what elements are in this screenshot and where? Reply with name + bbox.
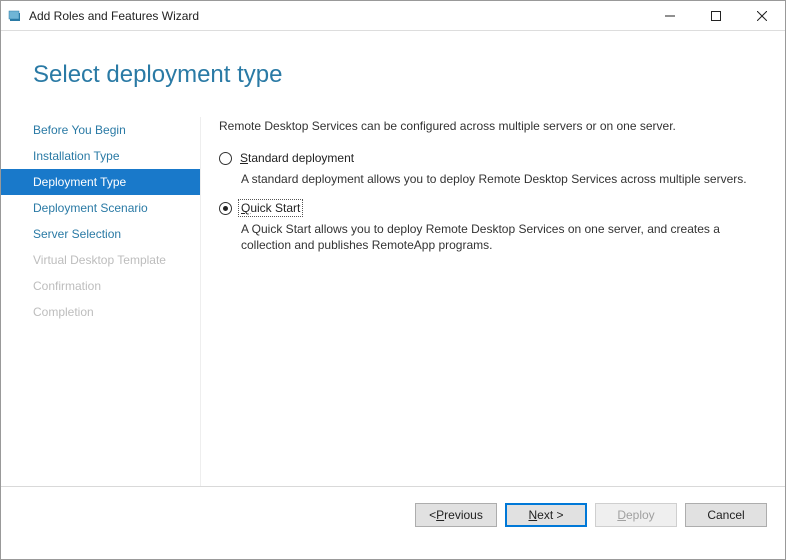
option-desc-quickstart: A Quick Start allows you to deploy Remot… <box>241 221 755 253</box>
footer: < Previous Next > Deploy Cancel <box>1 487 785 543</box>
sidebar-item-deployment-scenario[interactable]: Deployment Scenario <box>1 195 200 221</box>
titlebar: Add Roles and Features Wizard <box>1 1 785 31</box>
sidebar-item-virtual-desktop-template: Virtual Desktop Template <box>1 247 200 273</box>
page-title: Select deployment type <box>33 61 785 89</box>
option-standard: Standard deployment A standard deployment… <box>219 151 755 187</box>
option-quickstart: Quick Start A Quick Start allows you to d… <box>219 201 755 253</box>
options-group: Standard deployment A standard deployment… <box>219 151 755 254</box>
server-manager-icon <box>7 8 23 24</box>
body: Before You BeginInstallation TypeDeploym… <box>1 117 785 487</box>
previous-button[interactable]: < Previous <box>415 503 497 527</box>
radio-option-standard[interactable]: Standard deployment <box>219 151 755 165</box>
sidebar-item-deployment-type[interactable]: Deployment Type <box>1 169 200 195</box>
option-label-standard[interactable]: Standard deployment <box>240 151 354 165</box>
content: Remote Desktop Services can be configure… <box>201 117 785 486</box>
sidebar-item-installation-type[interactable]: Installation Type <box>1 143 200 169</box>
sidebar-item-completion: Completion <box>1 299 200 325</box>
window-title: Add Roles and Features Wizard <box>29 9 647 23</box>
sidebar: Before You BeginInstallation TypeDeploym… <box>1 117 201 486</box>
close-button[interactable] <box>739 1 785 31</box>
header: Select deployment type <box>1 31 785 117</box>
radio-option-quickstart[interactable]: Quick Start <box>219 201 755 215</box>
maximize-button[interactable] <box>693 1 739 31</box>
deploy-button: Deploy <box>595 503 677 527</box>
option-label-quickstart[interactable]: Quick Start <box>240 201 301 215</box>
next-button[interactable]: Next > <box>505 503 587 527</box>
sidebar-item-server-selection[interactable]: Server Selection <box>1 221 200 247</box>
window-controls <box>647 1 785 31</box>
minimize-button[interactable] <box>647 1 693 31</box>
intro-text: Remote Desktop Services can be configure… <box>219 119 755 133</box>
cancel-button[interactable]: Cancel <box>685 503 767 527</box>
radio-quickstart[interactable] <box>219 202 232 215</box>
sidebar-item-confirmation: Confirmation <box>1 273 200 299</box>
sidebar-item-before-you-begin[interactable]: Before You Begin <box>1 117 200 143</box>
option-desc-standard: A standard deployment allows you to depl… <box>241 171 755 187</box>
radio-standard[interactable] <box>219 152 232 165</box>
